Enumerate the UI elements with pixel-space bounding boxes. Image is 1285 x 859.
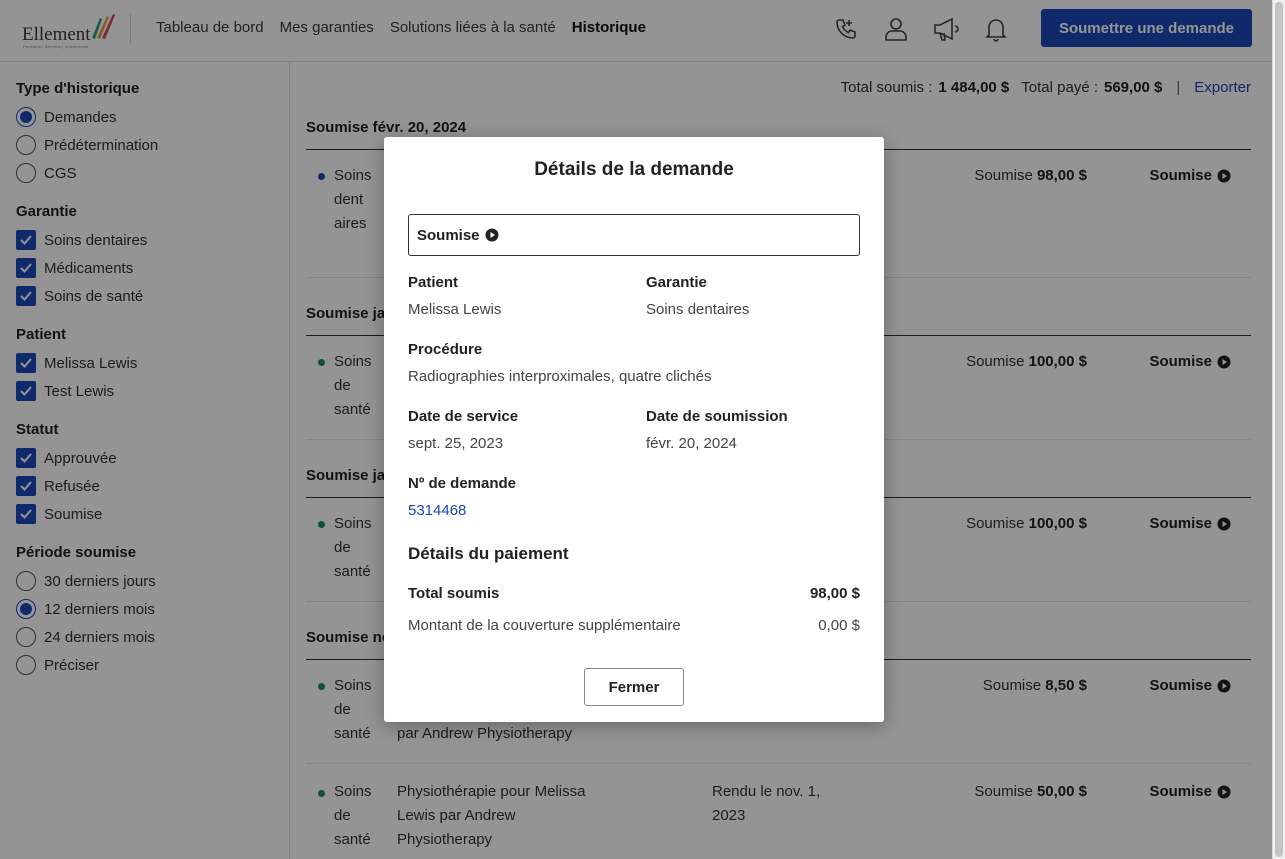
procedure-value: Radiographies interproximales, quatre cl… <box>408 368 712 385</box>
claim-number-link[interactable]: 5314468 <box>408 502 466 519</box>
total-submitted-value: 98,00 $ <box>809 585 860 602</box>
close-button[interactable]: Fermer <box>584 668 684 706</box>
supplementary-coverage-label: Montant de la couverture supplémentaire <box>408 617 681 634</box>
claim-status-box: Soumise <box>408 214 860 256</box>
patient-label: Patient <box>408 274 459 291</box>
scrollbar-thumb[interactable] <box>1275 2 1283 857</box>
procedure-label: Procédure <box>408 341 483 358</box>
status-label: Soumise <box>417 226 480 244</box>
play-circle-icon <box>485 228 499 242</box>
total-submitted-label: Total soumis <box>408 585 500 602</box>
service-date-label: Date de service <box>408 408 519 425</box>
total-submitted-row: Total soumis 98,00 $ <box>408 585 860 602</box>
page-scrollbar[interactable] <box>1272 0 1285 859</box>
supplementary-coverage-value: 0,00 $ <box>818 617 860 634</box>
coverage-label: Garantie <box>646 274 707 291</box>
supplementary-coverage-row: Montant de la couverture supplémentaire … <box>408 617 860 634</box>
submission-date-value: févr. 20, 2024 <box>646 435 737 452</box>
claim-number-label: Nº de demande <box>408 475 517 492</box>
service-date-value: sept. 25, 2023 <box>408 435 504 452</box>
patient-value: Melissa Lewis <box>408 301 502 318</box>
coverage-value: Soins dentaires <box>646 301 750 318</box>
submission-date-label: Date de soumission <box>646 408 788 425</box>
claim-details-modal: Détails de la demande Soumise Patient Me… <box>384 137 884 722</box>
payment-details-title: Détails du paiement <box>408 544 569 563</box>
modal-title: Détails de la demande <box>534 159 734 180</box>
